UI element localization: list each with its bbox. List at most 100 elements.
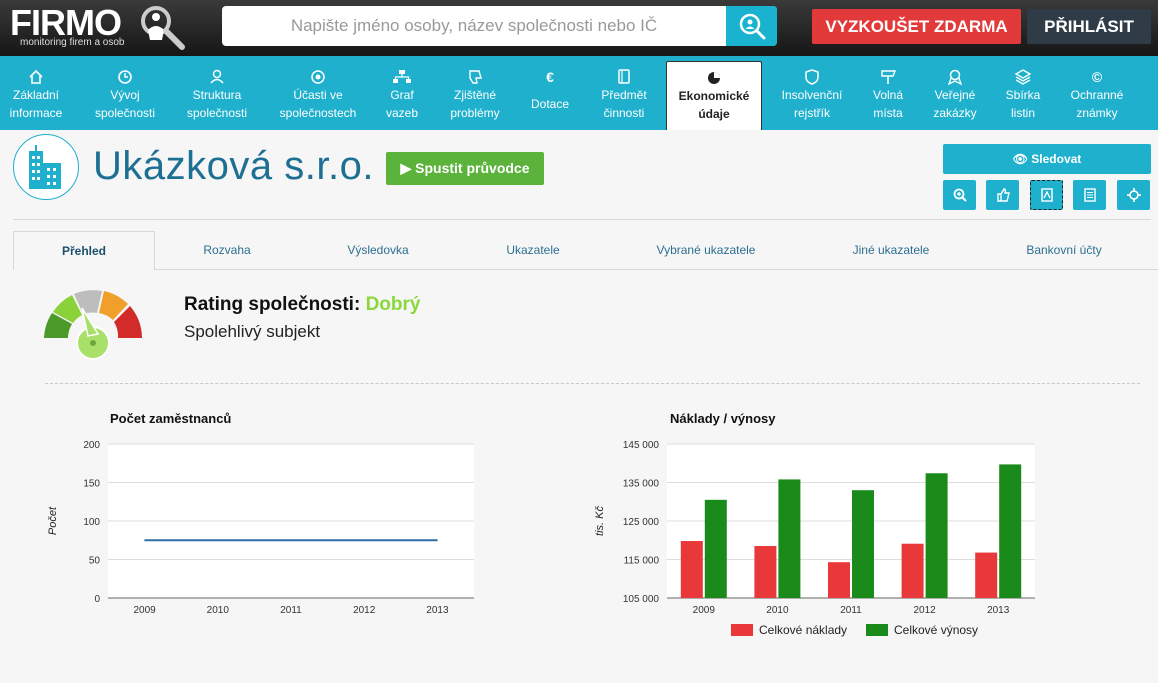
nav-item-vyvoj-spolecnosti[interactable]: Vývoj společnosti [90,56,160,130]
x-tick-label: 2011 [280,605,302,616]
thumbs-down-icon [469,70,482,84]
zoom-button[interactable] [943,180,976,210]
try-free-button[interactable]: VYZKOUŠET ZDARMA [812,9,1021,44]
target-icon [311,70,325,84]
chart-title-employees: Počet zaměstnanců [110,411,232,426]
legend-label: Celkové výnosy [894,623,978,637]
home-icon [29,69,43,84]
nav-item-zjistene-problemy[interactable]: Zjištěné problémy [442,56,508,130]
nav-item-graf-vazeb[interactable]: Graf vazeb [380,56,424,130]
data-point [144,539,146,541]
logo-tagline: monitoring firem a osob [20,37,125,48]
y-tick-label: 100 [83,517,100,528]
euro-icon: € [546,69,554,85]
login-button[interactable]: PŘIHLÁSIT [1027,9,1151,44]
x-tick-label: 2011 [840,605,862,616]
signpost-icon [881,70,897,84]
layers-icon [1014,69,1032,85]
x-tick-label: 2010 [207,605,230,616]
bar [680,541,703,598]
data-point [436,539,438,541]
follow-button[interactable]: 👁 Sledovat [943,144,1151,174]
tab-prehled[interactable]: Přehled [13,231,155,270]
sitemap-icon [393,70,411,83]
y-tick-label: 105 000 [623,594,660,605]
shield-icon [805,69,819,85]
y-tick-label: 135 000 [623,479,660,490]
clock-icon [118,70,132,84]
data-point [363,539,365,541]
logo[interactable]: FIRMO monitoring firem a osob [10,4,185,54]
pie-chart-icon [708,72,720,84]
rating-description: Spolehlivý subjekt [184,322,321,341]
legend-swatch [866,624,888,636]
nav-item-sbirka-listin[interactable]: Sbírka listin [1000,56,1046,130]
tab-rozvaha[interactable]: Rozvaha [173,231,281,269]
like-button[interactable] [986,180,1019,210]
y-tick-label: 150 [83,479,100,490]
rating-label: Rating společnosti: [184,294,361,315]
nav-item-struktura-spolecnosti[interactable]: Struktura společnosti [181,56,253,130]
building-icon [29,145,61,189]
x-tick-label: 2009 [133,605,156,616]
nav-item-zakladni-informace[interactable]: Základní informace [0,56,72,130]
rating-title: Rating společnosti: Dobrý [184,294,420,316]
crosshair-icon [1126,188,1141,202]
nav-item-ochranne-znamky[interactable]: © Ochranné známky [1062,56,1132,130]
x-tick-label: 2009 [693,605,716,616]
economic-tabs: Přehled Rozvaha Výsledovka Ukazatele Vyb… [13,231,1151,270]
nav-item-ucasti-ve-spolecnostech[interactable]: Účasti ve společnostech [272,56,364,130]
legend-swatch [731,624,753,636]
bar [925,473,948,598]
start-guide-button[interactable]: ▶ Spustit průvodce [386,152,544,185]
award-icon [947,69,963,86]
header-divider [13,219,1151,220]
x-tick-label: 2013 [426,605,449,616]
y-tick-label: 200 [83,440,100,451]
employees-line-chart: 0 50 100 150 200 2009 2010 2011 2012 2013 Počet [47,440,474,616]
nav-item-predmet-cinnosti[interactable]: Předmět činnosti [594,56,654,130]
bar [852,490,874,598]
chart-title-costs-revenues: Náklady / výnosy [670,411,776,426]
y-tick-label: 115 000 [624,556,660,567]
bar [778,479,801,598]
book-icon [618,69,630,84]
export-button[interactable] [1030,180,1063,210]
search-input[interactable] [222,6,726,46]
company-avatar [13,134,79,200]
search-box [222,6,777,46]
x-tick-label: 2012 [353,605,376,616]
locate-button[interactable] [1117,180,1150,210]
nav-item-ekonomicke-udaje[interactable]: Ekonomické údaje [666,61,762,130]
y-tick-label: 50 [89,556,101,567]
tab-ukazatele[interactable]: Ukazatele [473,231,593,269]
bar [901,543,924,598]
rating-gauge-icon [44,290,142,360]
section-divider [45,383,1140,384]
top-bar: FIRMO monitoring firem a osob VYZKOUŠET … [0,0,1158,56]
zoom-in-icon [953,188,967,202]
nav-item-dotace[interactable]: € Dotace [524,56,576,130]
y-axis-label: Počet [47,506,59,535]
list-icon [1083,188,1096,202]
tab-bankovni-ucty[interactable]: Bankovní účty [998,231,1130,269]
bar [828,562,850,598]
data-point [290,539,292,541]
y-axis-label: tis. Kč [594,506,606,536]
search-button[interactable] [726,6,777,46]
document-icon [1040,188,1053,202]
x-tick-label: 2013 [987,605,1010,616]
play-icon: ▶ [400,160,412,176]
eye-icon: 👁 [1012,152,1028,166]
tab-vybrane-ukazatele[interactable]: Vybrané ukazatele [628,231,784,269]
tab-vysledovka[interactable]: Výsledovka [313,231,443,269]
list-button[interactable] [1073,180,1106,210]
users-icon [210,69,224,84]
nav-item-volna-mista[interactable]: Volná místa [864,56,912,130]
follow-label: Sledovat [1031,152,1082,166]
tab-jine-ukazatele[interactable]: Jiné ukazatele [823,231,959,269]
x-tick-label: 2010 [766,605,789,616]
nav-item-verejne-zakazky[interactable]: Veřejné zakázky [928,56,982,130]
y-tick-label: 0 [94,594,100,605]
nav-item-insolvencni-rejstrik[interactable]: Insolvenční rejstřík [776,56,848,130]
